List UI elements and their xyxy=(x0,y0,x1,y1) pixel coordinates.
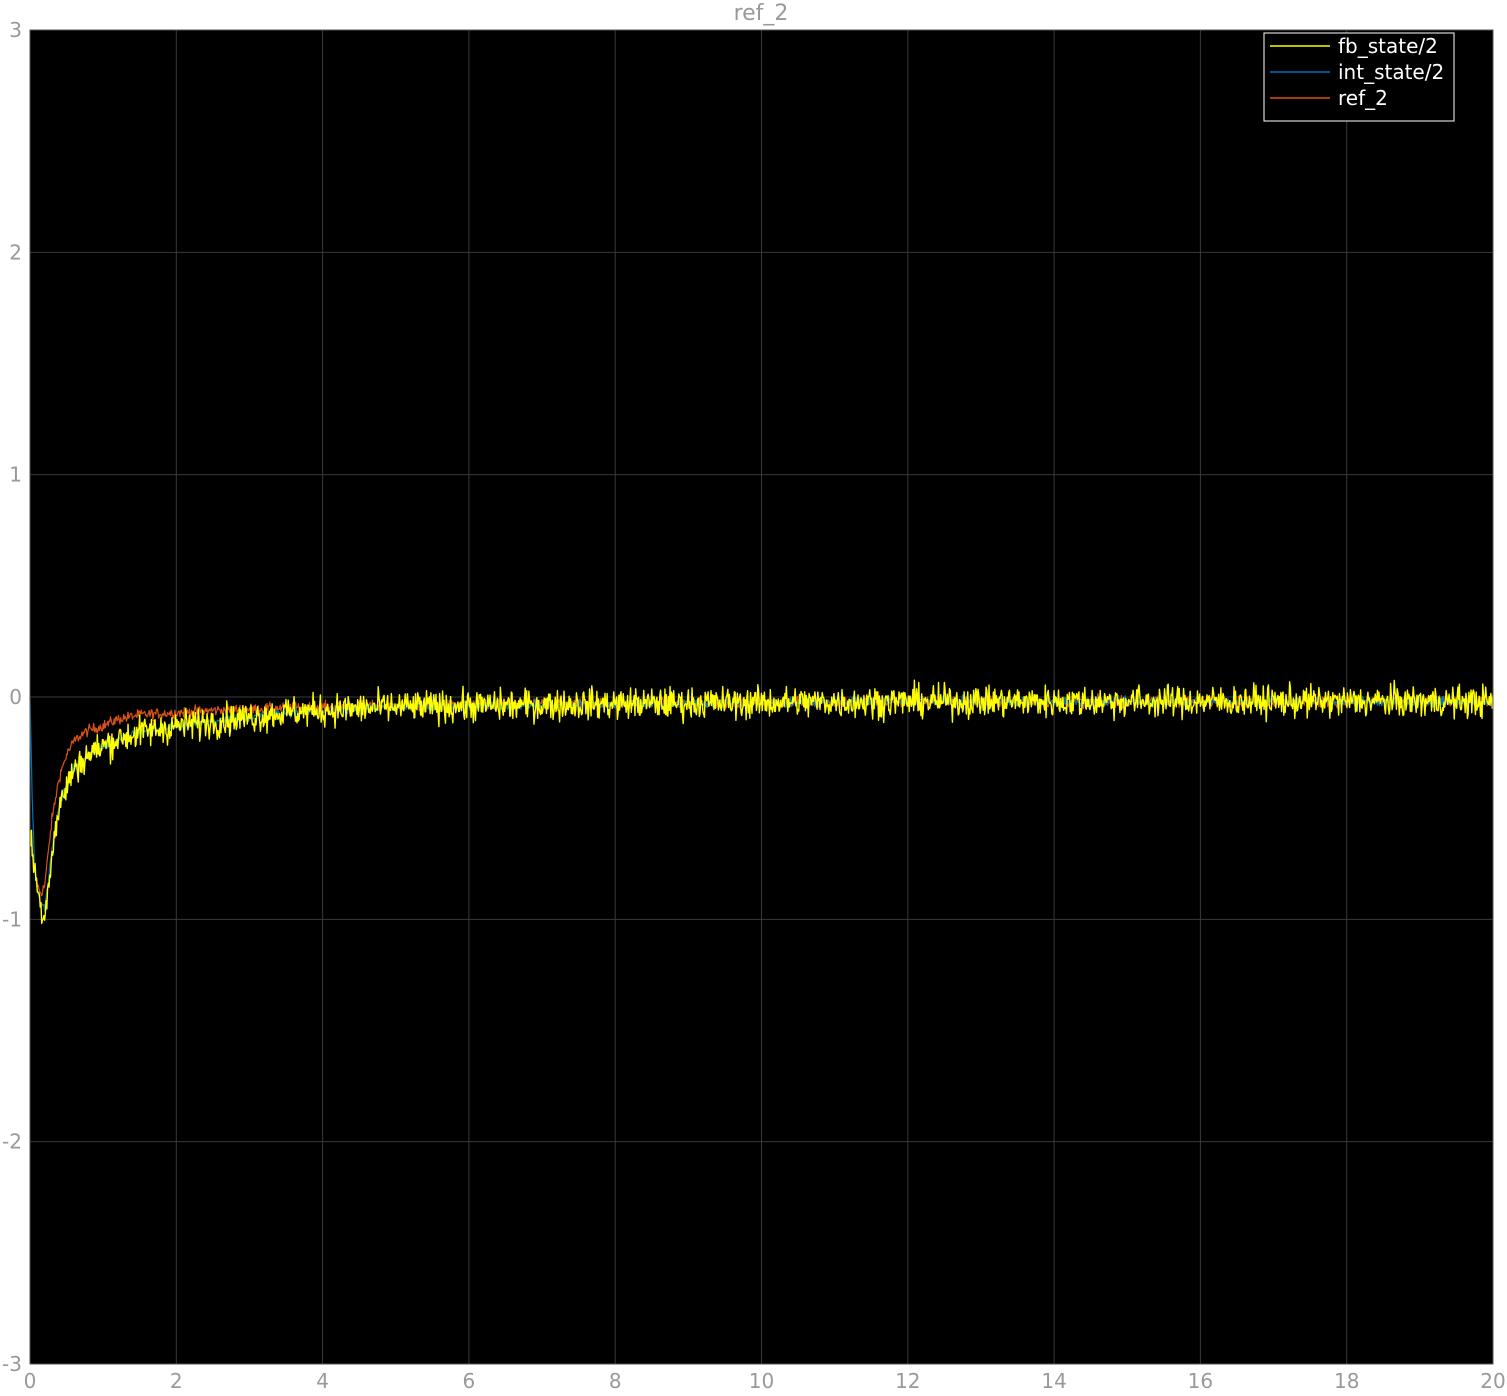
legend-label: int_state/2 xyxy=(1338,60,1444,84)
x-tick-label: 14 xyxy=(1041,1369,1066,1393)
legend[interactable]: fb_state/2int_state/2ref_2 xyxy=(1263,32,1455,122)
x-tick-label: 20 xyxy=(1480,1369,1505,1393)
x-tick-label: 12 xyxy=(895,1369,920,1393)
x-tick-label: 2 xyxy=(170,1369,183,1393)
y-tick-label: -3 xyxy=(2,1352,22,1376)
y-tick-label: 3 xyxy=(9,18,22,42)
x-tick-label: 0 xyxy=(24,1369,37,1393)
x-axis-ticks: 0 2 4 6 8 10 12 14 16 18 20 xyxy=(24,1369,1506,1393)
chart: 0 2 4 6 8 10 12 14 16 18 20 -3-2-10123 ref_2 fb_st… xyxy=(2,1,1506,1393)
y-axis-ticks: -3 -2 -1 0 1 2 3 xyxy=(2,18,22,1376)
y-tick-label: 1 xyxy=(9,463,22,487)
y-tick-label: -1 xyxy=(2,907,22,931)
y-tick-label: 2 xyxy=(9,240,22,264)
y-tick-label: -2 xyxy=(2,1130,22,1154)
x-tick-label: 16 xyxy=(1188,1369,1213,1393)
x-tick-label: 10 xyxy=(749,1369,774,1393)
chart-title: ref_2 xyxy=(734,1,789,26)
x-tick-label: 6 xyxy=(463,1369,476,1393)
legend-label: fb_state/2 xyxy=(1338,34,1438,58)
legend-label: ref_2 xyxy=(1338,86,1388,110)
y-tick-label: 0 xyxy=(9,685,22,709)
x-tick-label: 18 xyxy=(1334,1369,1359,1393)
x-tick-label: 8 xyxy=(609,1369,622,1393)
x-tick-label: 4 xyxy=(316,1369,329,1393)
